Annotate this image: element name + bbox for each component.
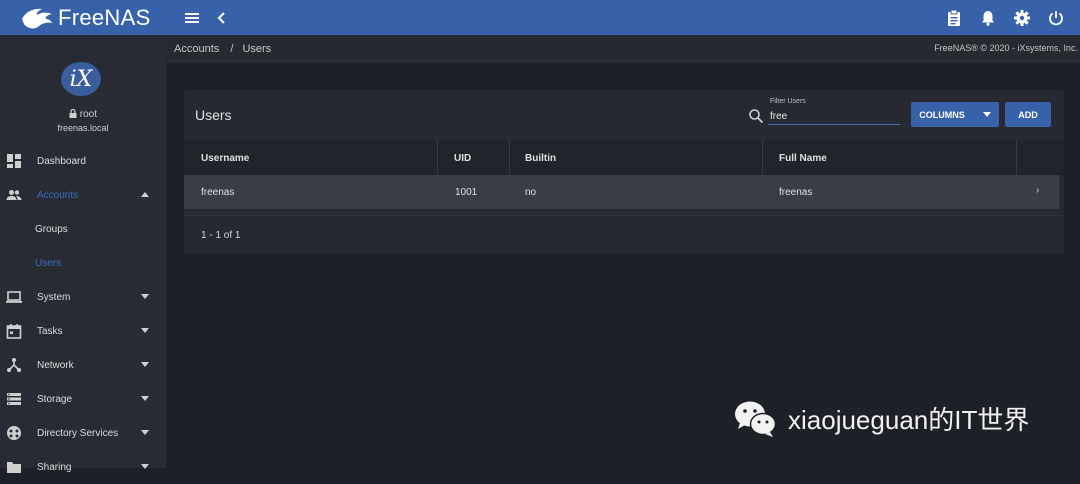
table-header: Username UID Builtin Full Name — [184, 140, 1064, 175]
power-icon — [1049, 11, 1063, 26]
watermark: xiaojueguan的IT世界 — [732, 397, 1029, 439]
sidebar-item-label: System — [37, 291, 71, 303]
column-header-uid[interactable]: UID — [454, 153, 471, 164]
alerts-button[interactable] — [976, 6, 1000, 30]
storage-icon — [7, 393, 21, 405]
table-row[interactable]: freenas 1001 no freenas › — [184, 175, 1059, 209]
breadcrumb-users: Users — [242, 43, 272, 55]
search-icon — [749, 109, 764, 124]
sidebar: iX root freenas.local Dashboard Accounts… — [0, 35, 166, 473]
column-divider — [437, 140, 438, 175]
filter-label: Filter Users — [770, 98, 806, 105]
sidebar-item-storage[interactable]: Storage — [0, 382, 166, 416]
sidebar-item-tasks[interactable]: Tasks — [0, 314, 166, 348]
sidebar-item-sharing[interactable]: Sharing — [0, 450, 166, 484]
cell-uid: 1001 — [455, 187, 478, 198]
profile-user: root — [0, 108, 166, 120]
chevron-down-icon — [982, 112, 991, 117]
cell-full-name: freenas — [779, 187, 813, 198]
column-header-username[interactable]: Username — [201, 153, 249, 164]
columns-button-label: COLUMNS — [919, 109, 965, 120]
breadcrumb-bar: Accounts / Users FreeNAS® © 2020 - iXsys… — [166, 35, 1080, 63]
top-bar: FreeNAS — [0, 0, 1080, 35]
sidebar-item-network[interactable]: Network — [0, 348, 166, 382]
lock-icon — [69, 108, 77, 118]
sidebar-item-label: Users — [35, 257, 62, 269]
gear-icon — [1014, 10, 1030, 26]
chevron-down-icon — [141, 362, 149, 367]
bell-icon — [982, 11, 994, 26]
menu-toggle-button[interactable] — [180, 6, 204, 30]
table-footer-divider — [184, 215, 1064, 216]
sidebar-item-label: Tasks — [37, 325, 63, 337]
sidebar-item-dashboard[interactable]: Dashboard — [0, 144, 166, 178]
chevron-down-icon — [141, 464, 149, 469]
tasks-button[interactable] — [942, 6, 966, 30]
sidebar-item-label: Storage — [37, 393, 73, 405]
menu-icon — [185, 12, 199, 23]
sidebar-item-label: Network — [37, 359, 74, 371]
dashboard-icon — [7, 154, 21, 168]
card-title: Users — [195, 107, 232, 123]
watermark-text: xiaojueguan的IT世界 — [788, 404, 1030, 435]
column-header-builtin[interactable]: Builtin — [525, 153, 556, 164]
users-card: Users Filter Users COLUMNS ADD Username … — [184, 90, 1064, 253]
system-icon — [6, 291, 22, 303]
wechat-icon — [735, 401, 777, 437]
sidebar-item-accounts[interactable]: Accounts — [0, 178, 166, 212]
breadcrumb-accounts[interactable]: Accounts — [174, 43, 219, 55]
accounts-icon — [6, 190, 22, 200]
column-header-full-name[interactable]: Full Name — [779, 153, 827, 164]
sidebar-item-label: Sharing — [37, 461, 72, 473]
columns-button[interactable]: COLUMNS — [911, 102, 999, 127]
chevron-down-icon — [141, 328, 149, 333]
cell-builtin: no — [525, 187, 537, 198]
add-button-label: ADD — [1018, 109, 1038, 120]
sidebar-item-users[interactable]: Users — [0, 246, 166, 280]
chevron-right-icon[interactable]: › — [1036, 185, 1039, 196]
ix-logo: iX — [61, 62, 101, 96]
profile-hostname: freenas.local — [57, 123, 109, 133]
tasks-icon — [6, 324, 22, 339]
sidebar-item-label: Directory Services — [37, 427, 119, 439]
column-divider — [509, 140, 510, 175]
back-icon — [217, 11, 225, 24]
chevron-down-icon — [141, 294, 149, 299]
copyright: FreeNAS® © 2020 - iXsystems, Inc. — [934, 43, 1078, 53]
brand[interactable]: FreeNAS — [0, 0, 166, 35]
sidebar-item-groups[interactable]: Groups — [0, 212, 166, 246]
network-icon — [7, 358, 21, 372]
power-button[interactable] — [1044, 6, 1068, 30]
settings-button[interactable] — [1010, 6, 1034, 30]
sidebar-item-system[interactable]: System — [0, 280, 166, 314]
breadcrumb: Accounts / Users — [174, 43, 273, 55]
cell-username: freenas — [201, 187, 235, 198]
paginator-range: 1 - 1 of 1 — [201, 230, 241, 241]
sidebar-item-label: Dashboard — [37, 155, 86, 167]
sidebar-item-directory-services[interactable]: Directory Services — [0, 416, 166, 450]
freenas-logo-icon — [22, 8, 52, 28]
sharing-icon — [7, 462, 21, 473]
add-user-button[interactable]: ADD — [1005, 102, 1051, 127]
chevron-down-icon — [141, 430, 149, 435]
chevron-down-icon — [141, 396, 149, 401]
profile-username: root — [79, 109, 97, 120]
sidebar-item-label: Groups — [35, 223, 68, 235]
column-divider — [762, 140, 763, 175]
sidebar-item-label: Accounts — [37, 189, 79, 201]
collapse-button[interactable] — [210, 6, 234, 30]
filter-users-input[interactable] — [768, 108, 900, 125]
user-profile: iX root freenas.local — [0, 35, 166, 143]
brand-name: FreeNAS — [58, 4, 151, 30]
clipboard-icon — [948, 10, 960, 26]
column-divider — [1016, 140, 1017, 175]
chevron-up-icon — [141, 192, 149, 197]
directory-services-icon — [7, 426, 21, 440]
breadcrumb-separator: / — [230, 43, 234, 55]
